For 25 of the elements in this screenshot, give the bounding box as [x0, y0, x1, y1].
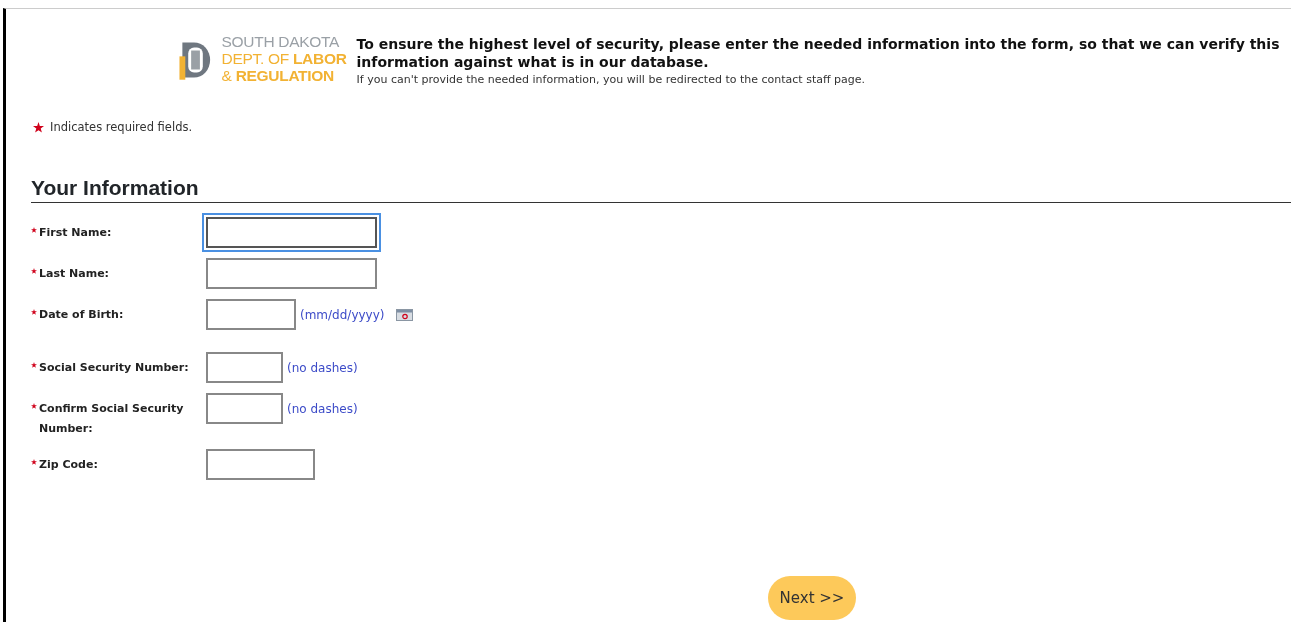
field-label: Zip Code: — [39, 456, 99, 473]
field-label: Date of Birth: — [39, 306, 125, 323]
input-field[interactable] — [206, 351, 283, 383]
required-legend: Indicates required fields. — [50, 118, 193, 136]
headline: To ensure the highest level of security, please enter the needed information into the form, so that we can verify this information against what is in our database. — [356, 35, 1281, 71]
logo-text-line: SOUTH DAKOTA — [221, 33, 341, 50]
field-label: Social Security Number: — [39, 359, 190, 376]
field-label: Last Name: — [39, 265, 111, 282]
calendar-icon[interactable] — [396, 308, 414, 321]
required-icon — [33, 121, 44, 133]
format-hint: (no dashes) — [287, 359, 358, 377]
logo-text-line: & REGULATION — [221, 67, 335, 84]
input-field[interactable] — [206, 392, 283, 424]
logo-text-line: DEPT. OF LABOR — [221, 50, 347, 67]
format-hint: (mm/dd/yyyy) — [300, 306, 385, 324]
input-field[interactable] — [206, 448, 315, 480]
field-label: Confirm Social Security Number: — [39, 400, 185, 437]
field-label: First Name: — [39, 224, 113, 241]
input-field[interactable] — [206, 257, 377, 289]
redirect-note: If you can't provide the needed information, you will be redirected to the contact staff page. — [356, 72, 866, 88]
next-button[interactable]: Next >> — [768, 576, 856, 620]
format-hint: (no dashes) — [287, 400, 358, 418]
input-field[interactable] — [206, 298, 296, 330]
input-field[interactable] — [206, 216, 377, 248]
section-title: Your Information — [31, 175, 1291, 203]
